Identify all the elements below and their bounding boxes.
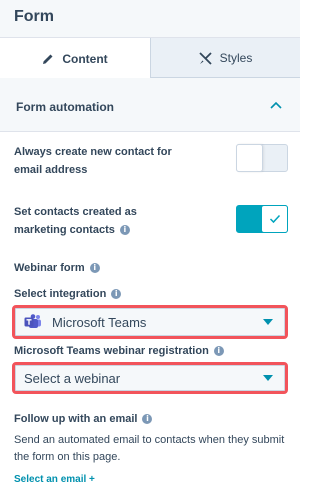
check-icon (269, 214, 280, 224)
caret-down-icon (263, 319, 273, 325)
always-create-contact-label: Always create new contact for email addr… (14, 143, 214, 179)
plus-icon: + (89, 474, 95, 485)
tab-styles-label: Styles (219, 51, 253, 65)
follow-up-description: Send an automated email to contacts when… (14, 434, 285, 463)
marketing-contacts-label: Set contacts created as marketing contac… (14, 203, 214, 239)
always-create-contact-toggle[interactable] (236, 144, 288, 172)
integration-select-value: Microsoft Teams (52, 314, 147, 330)
toggle-knob (236, 144, 263, 172)
pencil-icon (43, 54, 53, 64)
webinar-registration-label: Microsoft Teams webinar registration i (14, 345, 224, 357)
brush-icon (199, 51, 212, 65)
info-icon[interactable]: i (89, 263, 100, 274)
webinar-select-value: Select a webinar (24, 370, 121, 386)
follow-up-heading: Follow up with an email i (14, 413, 153, 425)
select-integration-label: Select integration i (14, 288, 122, 300)
marketing-label-line2-row: marketing contacts i (14, 221, 214, 239)
toggle-knob (261, 205, 288, 233)
form-automation-header[interactable]: Form automation (0, 78, 300, 132)
caret-down-icon (263, 375, 273, 381)
tab-content[interactable]: Content (0, 38, 151, 79)
select-email-link[interactable]: Select an email + (14, 474, 95, 485)
tab-content-label: Content (62, 51, 108, 66)
always-create-label-line1: Always create new contact for (14, 146, 172, 158)
info-icon[interactable]: i (213, 346, 224, 357)
chevron-up-icon[interactable] (268, 98, 284, 112)
follow-up-heading-text: Follow up with an email (14, 413, 138, 425)
webinar-form-heading: Webinar form i (14, 262, 100, 274)
info-icon[interactable]: i (119, 225, 130, 236)
info-icon[interactable]: i (111, 289, 122, 300)
marketing-contacts-toggle[interactable] (236, 205, 288, 233)
panel-title: Form (14, 8, 54, 25)
panel-header: Form (0, 0, 300, 38)
section-title: Form automation (16, 100, 114, 114)
info-icon[interactable]: i (142, 414, 153, 425)
marketing-label-line1: Set contacts created as (14, 206, 137, 218)
tab-styles[interactable]: Styles (151, 38, 300, 78)
webinar-form-label: Webinar form (14, 262, 85, 274)
tab-bar: Content Styles (0, 38, 300, 79)
always-create-label-line2: email address (14, 164, 88, 176)
microsoft-teams-icon (24, 314, 41, 328)
registration-label-text: Microsoft Teams webinar registration (14, 345, 209, 357)
integration-label-text: Select integration (14, 288, 107, 300)
webinar-select[interactable]: Select a webinar (12, 362, 288, 394)
select-email-link-text: Select an email (14, 474, 87, 485)
integration-select[interactable]: Microsoft Teams (12, 305, 288, 339)
marketing-label-line2: marketing contacts (14, 224, 115, 236)
